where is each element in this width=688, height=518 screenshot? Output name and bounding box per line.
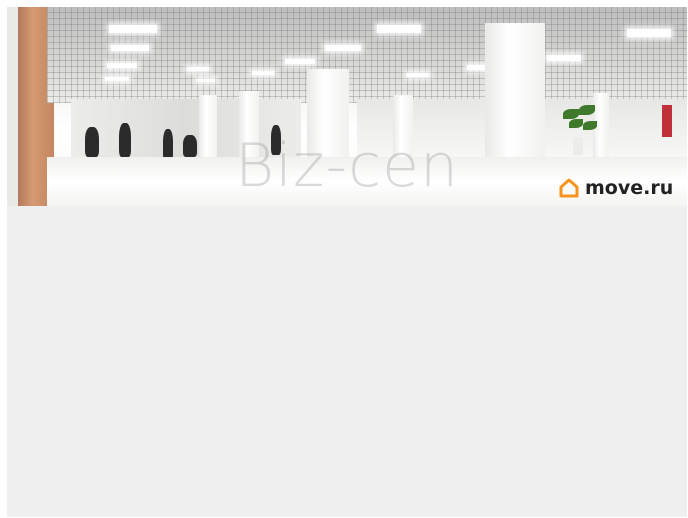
ceiling-light (107, 63, 137, 68)
plant-leaf (583, 121, 597, 130)
ceiling-light (197, 79, 215, 82)
grid-ceiling (47, 7, 687, 103)
house-icon (559, 178, 579, 198)
ceiling-light (325, 45, 361, 51)
ceiling-light (187, 67, 209, 71)
ceiling-light (407, 73, 429, 77)
red-wall-panel (662, 105, 672, 137)
ceiling-light (547, 55, 581, 61)
move-ru-logo: move.ru (559, 175, 683, 201)
watermark-text: Biz-cen (235, 131, 460, 201)
ceiling-light (105, 77, 129, 81)
ceiling-light (252, 71, 274, 75)
image-viewer: Biz-cen move.ru (7, 7, 687, 517)
ceiling-light (111, 45, 149, 51)
plant-leaf (563, 109, 579, 119)
mural-figure (183, 135, 197, 157)
plant-leaf (579, 105, 595, 115)
image-placeholder-area (7, 206, 687, 517)
ceiling-light (109, 25, 157, 33)
logo-text: move.ru (585, 177, 674, 199)
ceiling-light (285, 59, 315, 64)
plant-leaf (569, 119, 583, 128)
plant-pot (573, 137, 583, 155)
ceiling-light (627, 29, 671, 37)
listing-photo[interactable]: Biz-cen move.ru (7, 7, 687, 206)
ceiling-light (377, 25, 421, 33)
mural-figure (119, 123, 131, 157)
mural-figure (85, 127, 99, 157)
